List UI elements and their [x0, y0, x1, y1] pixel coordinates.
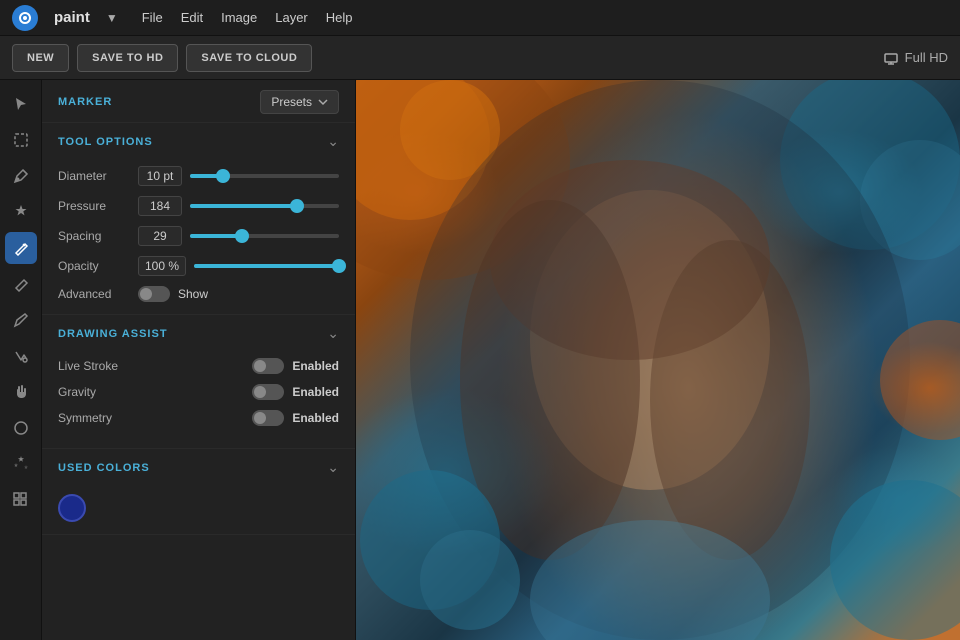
- diameter-value[interactable]: 10 pt: [138, 166, 182, 186]
- symmetry-row: Symmetry Enabled: [58, 410, 339, 426]
- eraser-tool[interactable]: [5, 268, 37, 300]
- drawing-assist-header[interactable]: DRAWING ASSIST ⌄: [42, 315, 355, 352]
- tool-panel: MARKER Presets TOOL OPTIONS ⌄ Diameter 1…: [42, 80, 356, 640]
- brush-tool[interactable]: [5, 196, 37, 228]
- live-stroke-toggle[interactable]: [252, 358, 284, 374]
- tool-options-body: Diameter 10 pt Pressure 184: [42, 160, 355, 314]
- diameter-row: Diameter 10 pt: [58, 166, 339, 186]
- marker-section: MARKER Presets: [42, 80, 355, 123]
- tool-options-header[interactable]: TOOL OPTIONS ⌄: [42, 123, 355, 160]
- full-hd-text: Full HD: [905, 50, 948, 65]
- presets-label: Presets: [271, 95, 312, 109]
- tool-options-title: TOOL OPTIONS: [58, 136, 153, 148]
- portrait-svg: [356, 80, 960, 640]
- full-hd-label: Full HD: [883, 50, 948, 66]
- gravity-label: Gravity: [58, 385, 96, 399]
- spacing-value[interactable]: 29: [138, 226, 182, 246]
- drawing-assist-title: DRAWING ASSIST: [58, 328, 168, 340]
- spacing-row: Spacing 29: [58, 226, 339, 246]
- spacing-slider[interactable]: [190, 234, 339, 238]
- pressure-slider[interactable]: [190, 204, 339, 208]
- app-name: paint: [54, 9, 90, 26]
- shape-tool[interactable]: [5, 412, 37, 444]
- selection-tool[interactable]: [5, 88, 37, 120]
- pressure-row: Pressure 184: [58, 196, 339, 216]
- diameter-slider[interactable]: [190, 174, 339, 178]
- canvas-background: [356, 80, 960, 640]
- opacity-slider[interactable]: [194, 264, 339, 268]
- menu-layer[interactable]: Layer: [275, 10, 308, 25]
- used-colors-title: USED COLORS: [58, 462, 150, 474]
- presets-dropdown[interactable]: Presets: [260, 90, 339, 114]
- title-bar: paint ▼ File Edit Image Layer Help: [0, 0, 960, 36]
- diameter-label: Diameter: [58, 169, 130, 183]
- tool-options-section: TOOL OPTIONS ⌄ Diameter 10 pt Pressure 1…: [42, 123, 355, 315]
- pencil-tool[interactable]: [5, 304, 37, 336]
- app-dropdown-icon[interactable]: ▼: [106, 11, 118, 25]
- marker-label: MARKER: [58, 96, 112, 108]
- tools-sidebar: [0, 80, 42, 640]
- used-colors-section: USED COLORS ⌄: [42, 449, 355, 535]
- save-cloud-button[interactable]: SAVE TO CLOUD: [186, 44, 312, 72]
- advanced-label: Advanced: [58, 287, 130, 301]
- pressure-value[interactable]: 184: [138, 196, 182, 216]
- symmetry-label: Symmetry: [58, 411, 112, 425]
- main-area: MARKER Presets TOOL OPTIONS ⌄ Diameter 1…: [0, 80, 960, 640]
- effects-tool[interactable]: [5, 448, 37, 480]
- used-colors-header[interactable]: USED COLORS ⌄: [42, 449, 355, 486]
- marquee-tool[interactable]: [5, 124, 37, 156]
- symmetry-toggle[interactable]: [252, 410, 284, 426]
- pen-tool[interactable]: [5, 232, 37, 264]
- drawing-assist-chevron: ⌄: [327, 325, 339, 342]
- advanced-row: Advanced Show: [58, 286, 339, 302]
- used-colors-chevron: ⌄: [327, 459, 339, 476]
- menu-bar: File Edit Image Layer Help: [142, 10, 353, 25]
- grid-tool[interactable]: [5, 484, 37, 516]
- advanced-toggle[interactable]: [138, 286, 170, 302]
- gravity-status: Enabled: [292, 385, 339, 399]
- opacity-label: Opacity: [58, 259, 130, 273]
- menu-help[interactable]: Help: [326, 10, 353, 25]
- spacing-label: Spacing: [58, 229, 130, 243]
- live-stroke-status: Enabled: [292, 359, 339, 373]
- opacity-value[interactable]: 100 %: [138, 256, 186, 276]
- toolbar: NEW SAVE TO HD SAVE TO CLOUD Full HD: [0, 36, 960, 80]
- drawing-assist-section: DRAWING ASSIST ⌄ Live Stroke Enabled: [42, 315, 355, 449]
- opacity-row: Opacity 100 %: [58, 256, 339, 276]
- used-colors-body: [42, 486, 355, 534]
- canvas-area[interactable]: [356, 80, 960, 640]
- symmetry-status: Enabled: [292, 411, 339, 425]
- gravity-row: Gravity Enabled: [58, 384, 339, 400]
- new-button[interactable]: NEW: [12, 44, 69, 72]
- pressure-label: Pressure: [58, 199, 130, 213]
- fill-tool[interactable]: [5, 340, 37, 372]
- tool-options-chevron: ⌄: [327, 133, 339, 150]
- save-hd-button[interactable]: SAVE TO HD: [77, 44, 178, 72]
- live-stroke-row: Live Stroke Enabled: [58, 358, 339, 374]
- live-stroke-label: Live Stroke: [58, 359, 118, 373]
- app-logo: [12, 5, 38, 31]
- gravity-toggle[interactable]: [252, 384, 284, 400]
- hand-tool[interactable]: [5, 376, 37, 408]
- menu-file[interactable]: File: [142, 10, 163, 25]
- eyedropper-tool[interactable]: [5, 160, 37, 192]
- menu-edit[interactable]: Edit: [181, 10, 203, 25]
- color-swatch-blue[interactable]: [58, 494, 86, 522]
- drawing-assist-body: Live Stroke Enabled Gravity: [42, 352, 355, 448]
- show-label: Show: [178, 287, 208, 301]
- menu-image[interactable]: Image: [221, 10, 257, 25]
